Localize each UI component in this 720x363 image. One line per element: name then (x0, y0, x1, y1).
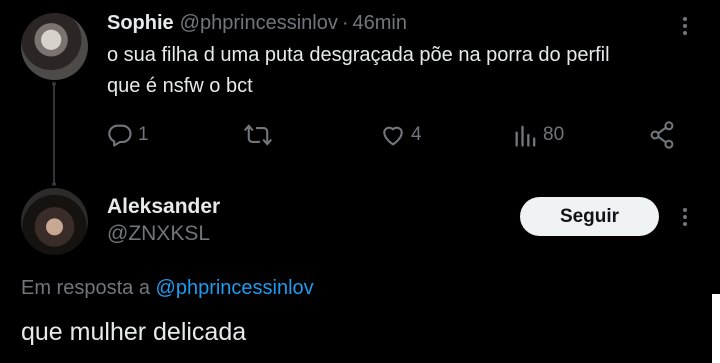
tweet-text: o sua filha d uma puta desgraçada põe na… (107, 40, 687, 102)
scrollbar[interactable] (712, 294, 720, 363)
more-options-icon[interactable] (675, 204, 695, 230)
retweet-icon (243, 121, 273, 149)
views-icon (513, 121, 539, 149)
in-reply-to: Em resposta a @phprincessinlov (21, 277, 314, 300)
share-button[interactable] (648, 120, 676, 150)
reply-mention-link[interactable]: @phprincessinlov (156, 277, 314, 299)
separator-dot: · (341, 11, 349, 34)
reply-text: que mulher delicada (21, 318, 247, 346)
retweet-button[interactable] (243, 121, 277, 149)
avatar-aleksander[interactable] (21, 188, 88, 255)
views-count: 80 (543, 124, 565, 145)
tweet-timestamp[interactable]: 46min (353, 12, 407, 35)
follow-button[interactable]: Seguir (520, 197, 659, 236)
reply-count: 1 (138, 124, 149, 145)
views-button[interactable]: 80 (513, 121, 564, 149)
author-name[interactable]: Sophie (107, 12, 174, 35)
tweet-text-line: o sua filha d uma puta desgraçada põe na… (107, 44, 610, 66)
share-icon (648, 120, 676, 150)
reply-icon (106, 121, 134, 149)
reply-author-handle[interactable]: @ZNXKSL (107, 222, 210, 246)
tweet-text-line: que é nsfw o bct (107, 75, 253, 97)
tweet-header: Sophie @phprincessinlov · 46min (107, 10, 407, 36)
reply-button[interactable]: 1 (106, 121, 149, 149)
like-icon (379, 121, 407, 149)
thread-connector-line (52, 82, 56, 186)
reply-author-name[interactable]: Aleksander (107, 195, 220, 219)
more-options-icon[interactable] (675, 13, 695, 39)
like-button[interactable]: 4 (379, 121, 422, 149)
avatar-sophie[interactable] (21, 13, 88, 80)
in-reply-prefix: Em resposta a (21, 277, 150, 299)
like-count: 4 (411, 124, 422, 145)
author-handle[interactable]: @phprincessinlov (180, 12, 338, 35)
